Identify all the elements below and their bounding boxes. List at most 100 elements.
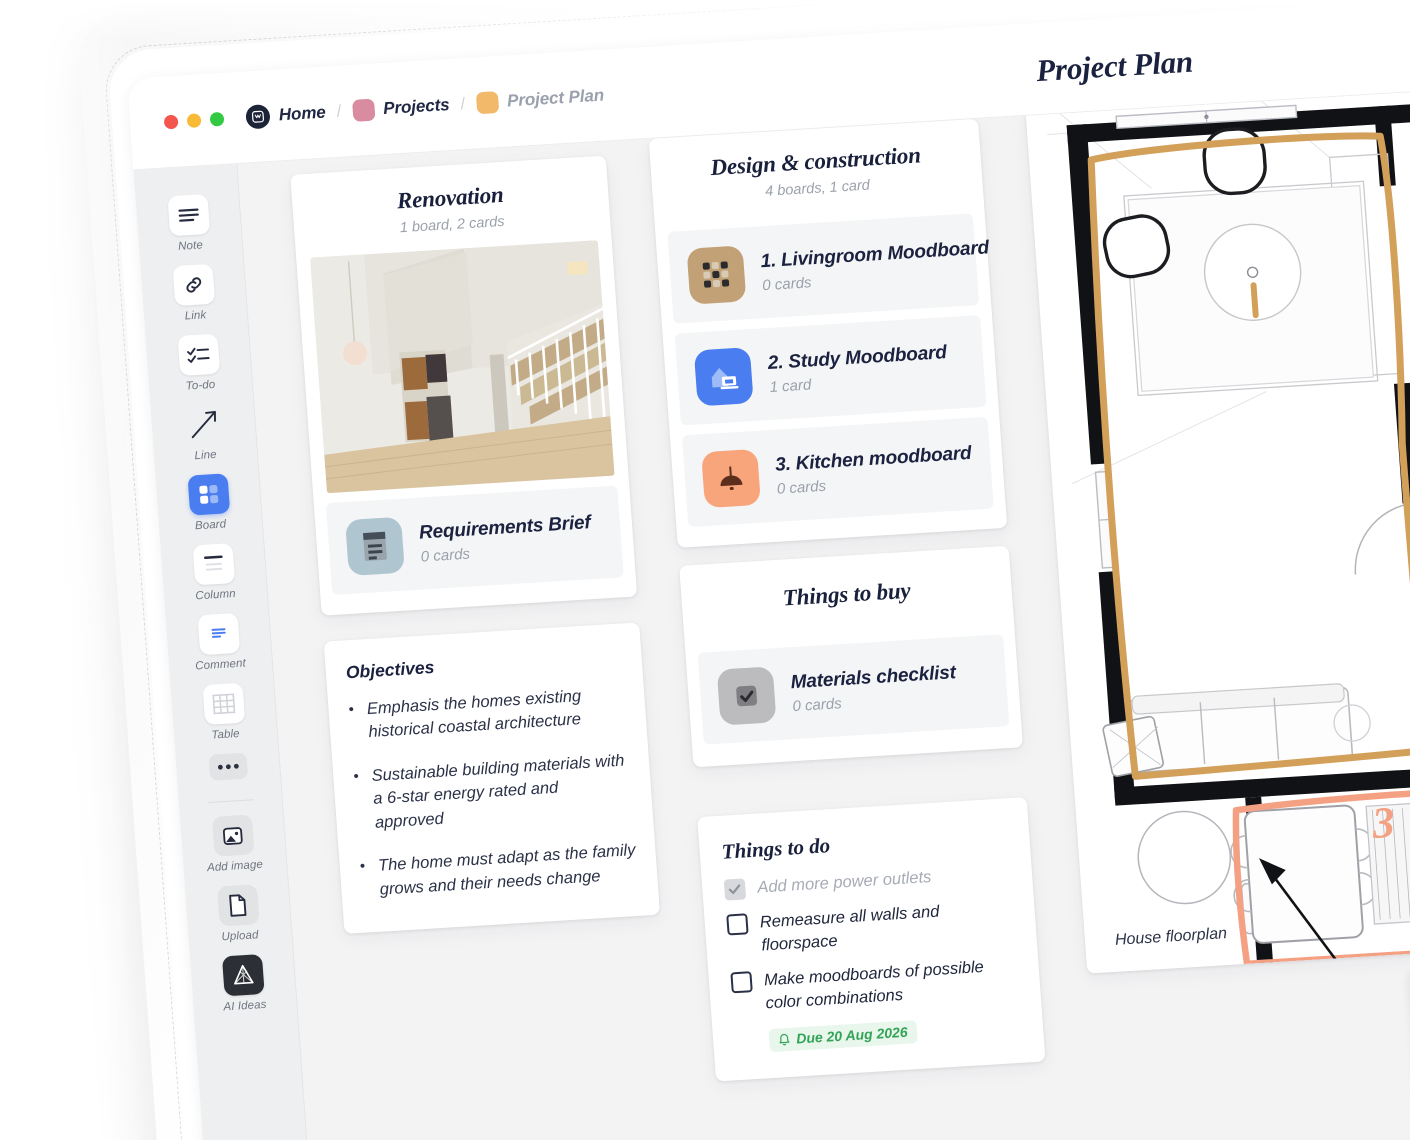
objective-item: • Sustainable building materials with a … (353, 749, 634, 836)
todo-item[interactable]: Remeasure all walls and floorspace (726, 897, 1015, 959)
card-requirements-brief[interactable]: Requirements Brief 0 cards (326, 485, 624, 595)
bell-icon (778, 1033, 791, 1047)
column-floorplan: 2 3 House floorplan (1025, 87, 1410, 974)
breadcrumb-item-home[interactable]: Home (245, 100, 326, 129)
objective-text: Emphasis the homes existing historical c… (366, 682, 627, 744)
due-date-label: Due 20 Aug 2026 (796, 1024, 908, 1047)
column-icon (192, 543, 235, 585)
card-house-floorplan[interactable]: 2 3 House floorplan (1025, 87, 1410, 974)
projects-swatch-icon (352, 98, 376, 121)
sidebar-label-todo: To-do (185, 379, 215, 393)
livingroom-text: 1. Livingroom Moodboard 0 cards (760, 237, 991, 294)
window-controls[interactable] (164, 111, 225, 129)
todo-item[interactable]: Make moodboards of possible color combin… (730, 954, 1019, 1016)
sidebar-item-line[interactable]: Line (156, 396, 253, 469)
card-materials-checklist[interactable]: Materials checklist 0 cards (697, 634, 1009, 744)
column-design: Design & construction 4 boards, 1 card (649, 119, 1046, 1082)
checkbox-empty-icon[interactable] (730, 971, 752, 993)
kitchen-text: 3. Kitchen moodboard 0 cards (774, 442, 973, 497)
upload-icon (216, 884, 259, 926)
column-renovation: Renovation 1 board, 2 cards (290, 156, 660, 934)
link-icon (172, 264, 215, 306)
house-laptop-icon (694, 347, 754, 406)
pendant-lamp-icon (701, 449, 761, 508)
sidebar-item-column[interactable]: Column (166, 536, 263, 609)
app-mark-icon (245, 104, 271, 129)
breadcrumb-label-project-plan: Project Plan (506, 85, 604, 111)
objectives-list: • Emphasis the homes existing historical… (348, 682, 638, 902)
materials-checklist-text: Materials checklist 0 cards (790, 662, 958, 715)
objective-text: The home must adapt as the family grows … (377, 839, 638, 901)
bullet-icon: • (353, 766, 363, 836)
breadcrumb: Home / Projects / Project Plan (245, 83, 605, 129)
todo-text: Remeasure all walls and floorspace (759, 897, 1015, 957)
todo-text: Add more power outlets (757, 866, 933, 899)
sidebar-item-link[interactable]: Link (146, 256, 243, 329)
card-study-moodboard[interactable]: 2. Study Moodboard 1 card (675, 315, 987, 425)
objectives-title: Objectives (345, 646, 622, 684)
page-title-text: Project Plan (1035, 43, 1194, 87)
sidebar-label-link: Link (184, 309, 206, 322)
table-icon (202, 683, 245, 725)
line-arrow-icon (182, 403, 225, 445)
sidebar-item-board[interactable]: Board (161, 466, 258, 539)
sidebar-item-note[interactable]: Note (141, 186, 238, 259)
sidebar-label-ai-ideas: AI Ideas (223, 999, 267, 1014)
sidebar-item-add-image[interactable]: Add image (185, 807, 282, 880)
breadcrumb-label-home: Home (278, 102, 326, 125)
sidebar-label-line: Line (194, 449, 217, 462)
checkbox-icon (717, 666, 777, 725)
sidebar-item-comment[interactable]: Comment (171, 605, 268, 678)
sidebar-item-table[interactable]: Table (176, 675, 273, 748)
checkbox-checked-icon[interactable] (724, 878, 746, 900)
things-to-buy-header: Things to buy (679, 546, 1014, 644)
close-button[interactable] (164, 114, 179, 129)
card-design-construction[interactable]: Design & construction 4 boards, 1 card (649, 119, 1008, 548)
card-things-to-buy[interactable]: Things to buy Materia (679, 546, 1023, 768)
sidebar-item-ai-ideas[interactable]: AI Ideas (195, 946, 292, 1019)
breadcrumb-item-project-plan[interactable]: Project Plan (475, 84, 604, 114)
breadcrumb-separator-2: / (458, 93, 468, 113)
document-icon (345, 517, 405, 576)
sidebar-divider (207, 799, 253, 803)
todo-item[interactable]: Add more power outlets (724, 861, 1011, 901)
grid-tiles-icon (686, 245, 746, 304)
sidebar-item-more[interactable] (181, 745, 276, 793)
floorplan-drawing (1025, 87, 1410, 974)
card-objectives[interactable]: Objectives • Emphasis the homes existing… (324, 622, 660, 933)
requirements-brief-text: Requirements Brief 0 cards (418, 512, 592, 565)
card-livingroom-moodboard[interactable]: 1. Livingroom Moodboard 0 cards (667, 213, 979, 323)
comment-icon (197, 613, 240, 655)
add-image-icon (211, 814, 254, 856)
card-things-to-do[interactable]: Things to do Add more power outlets Reme… (697, 797, 1045, 1082)
sidebar-label-column: Column (195, 588, 236, 602)
screenshot-stage: Home / Projects / Project Plan Project P… (0, 0, 1410, 1140)
sidebar-label-comment: Comment (195, 657, 246, 672)
breadcrumb-separator: / (334, 101, 344, 121)
app-body: Note Link (133, 87, 1410, 1140)
note-icon (167, 194, 210, 236)
renovation-thumbnail[interactable] (310, 240, 614, 493)
things-to-buy-title: Things to buy (697, 573, 996, 617)
things-to-do-title: Things to do (721, 822, 1008, 864)
sidebar-item-todo[interactable]: To-do (151, 326, 248, 399)
maximize-button[interactable] (210, 111, 225, 126)
due-date-badge: Due 20 Aug 2026 (769, 1020, 918, 1052)
minimize-button[interactable] (187, 113, 202, 128)
objective-item: • Emphasis the homes existing historical… (348, 682, 627, 746)
card-renovation[interactable]: Renovation 1 board, 2 cards (290, 156, 637, 616)
todo-icon (177, 334, 220, 376)
card-kitchen-moodboard[interactable]: 3. Kitchen moodboard 0 cards (682, 417, 994, 527)
board-icon (187, 473, 230, 515)
app-window: Home / Projects / Project Plan Project P… (127, 0, 1410, 1140)
sidebar-label-note: Note (178, 239, 204, 252)
objective-item: • The home must adapt as the family grow… (359, 839, 638, 903)
sidebar-label-upload: Upload (221, 929, 259, 943)
checkbox-empty-icon[interactable] (726, 914, 748, 936)
more-dots-icon (208, 753, 248, 781)
board-canvas[interactable]: Renovation 1 board, 2 cards (237, 87, 1410, 1140)
breadcrumb-label-projects: Projects (383, 95, 451, 119)
study-text: 2. Study Moodboard 1 card (767, 342, 949, 396)
breadcrumb-item-projects[interactable]: Projects (352, 94, 451, 122)
sidebar-item-upload[interactable]: Upload (190, 877, 287, 950)
